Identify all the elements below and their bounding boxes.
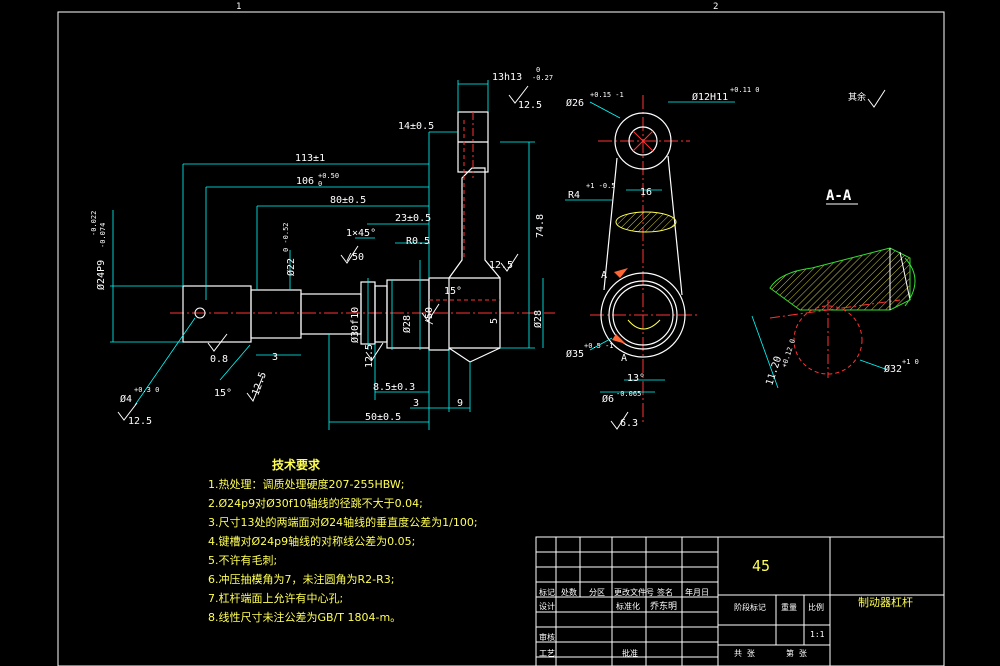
tb-review-label: 审核 bbox=[539, 632, 555, 642]
tech-item: 6.冲压抽模角为7，未注圆角为R2-R3; bbox=[208, 573, 395, 586]
dim-9: 9 bbox=[457, 398, 463, 409]
tb-scale-label: 比例 bbox=[808, 602, 824, 612]
tech-requirements-title: 技术要求 bbox=[272, 458, 321, 472]
roughness-12-5-low: 12.5 bbox=[364, 344, 375, 368]
dim-1x45: 1×45° bbox=[346, 228, 376, 239]
tech-item: 8.线性尺寸未注公差为GB/T 1804-m。 bbox=[208, 611, 402, 624]
title-material: 45 bbox=[752, 557, 770, 575]
section-arrow-a-top: A bbox=[601, 270, 607, 281]
dim-13h13: 13h13 bbox=[492, 72, 522, 83]
tb-sign: 签名 bbox=[657, 587, 673, 597]
dim-80: 80±0.5 bbox=[330, 195, 366, 206]
section-label: A-A bbox=[826, 188, 852, 204]
dim-16: 16 bbox=[640, 187, 652, 198]
dim-14: 14±0.5 bbox=[398, 121, 434, 132]
dim-3a: 3 bbox=[272, 352, 278, 363]
dim-13h13-tol-up: 0 bbox=[536, 66, 540, 74]
roughness-0-8: 0.8 bbox=[210, 354, 228, 365]
dim-13h13-tol-lo: -0.27 bbox=[532, 74, 553, 82]
dim-26: Ø26 bbox=[566, 97, 584, 109]
dim-30f10: Ø30f10 bbox=[349, 307, 361, 343]
section-arrow-a-bottom: A bbox=[621, 353, 627, 364]
roughness-12-5-bl: 12.5 bbox=[128, 416, 152, 427]
tech-requirements: 技术要求 1.热处理：调质处理硬度207-255HBW; 2.Ø24p9对Ø30… bbox=[208, 456, 528, 627]
tech-item: 3.尺寸13处的两端面对Ø24轴线的垂直度公差为1/100; bbox=[208, 516, 478, 529]
tb-sheets-label: 共 张 bbox=[734, 649, 755, 658]
dim-50: 50±0.5 bbox=[365, 412, 401, 423]
tb-process-label: 工艺 bbox=[539, 649, 555, 658]
dim-5: 5 bbox=[489, 318, 500, 324]
dim-35: Ø35 bbox=[566, 348, 584, 360]
dim-4: Ø4 bbox=[120, 393, 132, 405]
dim-24p9-tol-lo: -0.074 bbox=[99, 223, 107, 248]
dim-28-right: Ø28 bbox=[532, 310, 544, 328]
dim-23: 23±0.5 bbox=[395, 213, 431, 224]
tb-count: 处数 bbox=[561, 587, 577, 597]
tech-item: 1.热处理：调质处理硬度207-255HBW; bbox=[208, 478, 405, 491]
tb-zone: 分区 bbox=[589, 588, 605, 597]
dim-12h11-tol: +0.11 0 bbox=[730, 86, 760, 94]
roughness-rest: 其余 bbox=[848, 91, 866, 103]
dim-74-8: 74.8 bbox=[535, 214, 546, 238]
tb-stage-label: 阶段标记 bbox=[734, 602, 766, 612]
dim-4-tol: +0.3 0 bbox=[134, 386, 159, 394]
dim-28-left: Ø28 bbox=[401, 315, 413, 333]
dim-22: Ø22 bbox=[285, 258, 297, 276]
roughness-50-a: /50 bbox=[346, 252, 364, 263]
tb-designer-name: 乔东明 bbox=[650, 600, 677, 612]
roughness-50-b: /50 bbox=[424, 307, 435, 325]
dim-24p9: Ø24P9 bbox=[95, 260, 107, 290]
dim-6-tol: -0.065 bbox=[616, 390, 641, 398]
dim-8-5: 8.5±0.3 bbox=[373, 382, 415, 393]
dim-32: Ø32 bbox=[884, 363, 902, 375]
tb-date: 年月日 bbox=[685, 587, 709, 597]
dim-12h11: Ø12H11 bbox=[692, 91, 728, 103]
dim-32-tol: +1 0 bbox=[902, 358, 919, 366]
dim-26-tol: +0.15 -1 bbox=[590, 91, 624, 99]
dim-R4-tol: +1 -0.5 bbox=[586, 182, 616, 190]
tech-item: 4.键槽对Ø24p9轴线的对称线公差为0.05; bbox=[208, 535, 416, 548]
tb-std-label: 标准化 bbox=[616, 601, 640, 611]
dim-R4: R4 bbox=[568, 190, 580, 201]
tb-mark: 标记 bbox=[539, 587, 555, 597]
tb-sheet-label: 第 张 bbox=[786, 648, 807, 658]
tb-weight-label: 重量 bbox=[781, 602, 797, 612]
roughness-6-3: 6.3 bbox=[620, 418, 638, 429]
tb-scale: 1:1 bbox=[810, 630, 825, 639]
dim-113: 113±1 bbox=[295, 153, 325, 164]
dim-R0-5: R0.5 bbox=[406, 236, 430, 247]
dim-6: Ø6 bbox=[602, 393, 614, 405]
tb-change-doc: 更改文件号 bbox=[614, 587, 654, 597]
tech-item: 2.Ø24p9对Ø30f10轴线的径跳不大于0.04; bbox=[208, 497, 423, 510]
zone-label-1: 1 bbox=[236, 2, 241, 12]
dim-13deg: 13° bbox=[627, 373, 645, 384]
dim-106: 106 bbox=[296, 176, 314, 187]
tb-designer-label: 设计 bbox=[539, 601, 555, 611]
dim-22-tol: 0 -0.52 bbox=[282, 222, 290, 252]
title-part-name: 制动器杠杆 bbox=[858, 595, 913, 609]
dim-15deg-a: 15° bbox=[214, 388, 232, 399]
roughness-12-5-top: 12.5 bbox=[518, 100, 542, 111]
tech-item: 7.杠杆端面上允许有中心孔; bbox=[208, 592, 344, 605]
dim-106-tol-up: +0.50 bbox=[318, 172, 339, 180]
dim-15deg-b: 15° bbox=[444, 286, 462, 297]
tb-approve-label: 批准 bbox=[622, 648, 638, 658]
roughness-12-5-right: 12.5 bbox=[489, 260, 513, 271]
tech-item: 5.不许有毛刺; bbox=[208, 554, 278, 567]
dim-35-tol: +0.5 -1 bbox=[584, 342, 614, 350]
dim-3b: 3 bbox=[413, 398, 419, 409]
dim-106-tol-lo: 0 bbox=[318, 180, 322, 188]
dim-24p9-tol-up: -0.022 bbox=[90, 211, 98, 236]
zone-label-2: 2 bbox=[713, 2, 718, 12]
